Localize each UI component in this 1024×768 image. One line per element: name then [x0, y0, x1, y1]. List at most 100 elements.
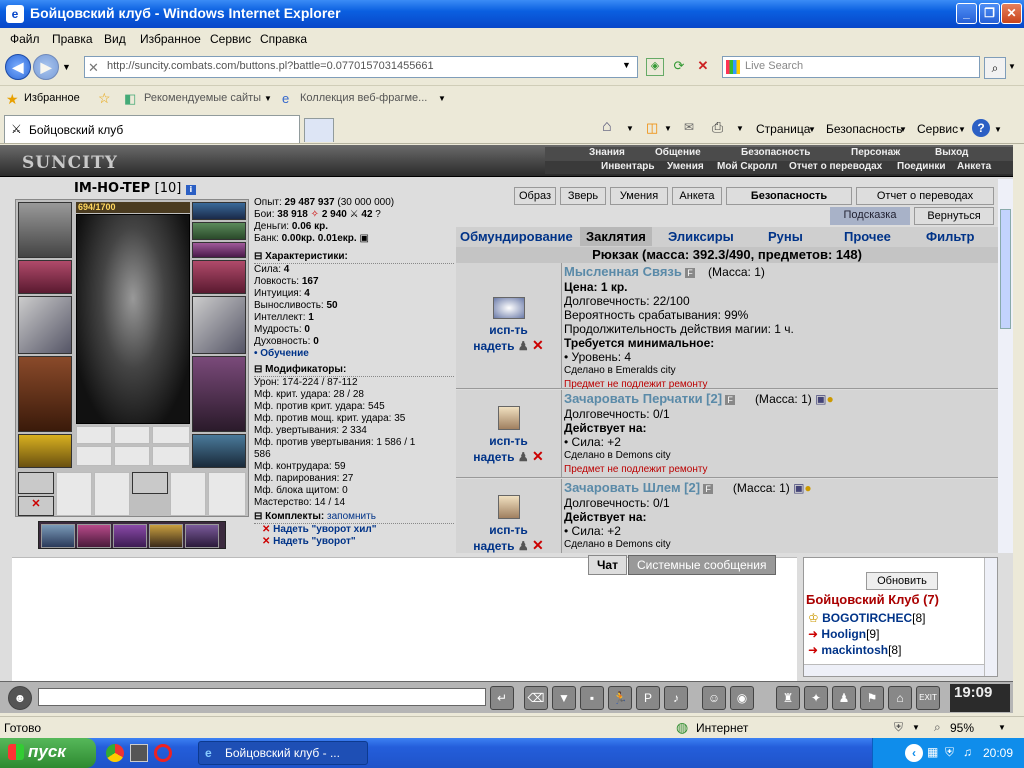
safety-dropdown-icon[interactable]: ▼ — [899, 125, 907, 134]
inventory-scrollbar[interactable] — [998, 179, 1013, 553]
user-row[interactable]: ♔ BOGOTIRCHEC[8] — [808, 610, 925, 626]
weapon-right-slot[interactable] — [192, 296, 246, 354]
armor-slot[interactable] — [18, 356, 72, 432]
print-icon[interactable]: ⎙ — [712, 119, 723, 136]
eraser-icon[interactable]: ⌫ — [524, 686, 548, 710]
chat-mode-icon[interactable]: ☻ — [8, 686, 32, 710]
chat-input[interactable] — [38, 688, 486, 706]
sound-icon[interactable]: ♪ — [664, 686, 688, 710]
feeds-dropdown-icon[interactable]: ▼ — [664, 124, 672, 133]
opera-icon[interactable] — [154, 744, 172, 762]
set-link[interactable]: ✕ Надеть "уворот хил" — [254, 524, 454, 536]
spell-slot[interactable]: ✕ — [18, 496, 54, 516]
tools-menu[interactable]: Сервис — [917, 122, 958, 136]
use-link[interactable]: исп-ть — [456, 523, 561, 537]
protected-mode-icon[interactable]: ⛨ — [894, 720, 903, 735]
tab-chat[interactable]: Чат — [588, 555, 627, 575]
tab-other[interactable]: Прочее — [844, 229, 891, 244]
back-button[interactable]: ◀ — [5, 54, 31, 80]
empty-slot[interactable] — [208, 472, 246, 516]
tray-arrow-icon[interactable]: ‹ — [905, 744, 923, 762]
tab-spells[interactable]: Заклятия — [580, 227, 652, 246]
forward-button[interactable]: ▶ — [33, 54, 59, 80]
refresh-icon[interactable]: ⟳ — [670, 58, 688, 76]
webslice-gallery-link[interactable]: Коллекция веб-фрагме... — [300, 92, 427, 104]
zoom-icon[interactable]: ⌕ — [934, 720, 941, 735]
mail-icon[interactable]: ✉ — [684, 120, 694, 134]
search-icon[interactable]: ⌕ — [984, 57, 1006, 79]
userlist-vscroll[interactable] — [984, 558, 997, 676]
earring-slot[interactable] — [192, 202, 246, 220]
network-icon[interactable]: ▦ — [927, 745, 938, 759]
refresh-button[interactable]: Обновить — [866, 572, 938, 590]
print-dropdown-icon[interactable]: ▼ — [736, 124, 744, 133]
nav-my-scroll[interactable]: Мой Скролл — [717, 161, 777, 172]
security-icon[interactable]: ⛨ — [945, 745, 954, 760]
magic-icon[interactable]: ✦ — [804, 686, 828, 710]
user-row[interactable]: ➜ Hoolign[9] — [808, 626, 925, 642]
smiley-icon[interactable]: ☺ — [702, 686, 726, 710]
nav-skills[interactable]: Умения — [667, 161, 704, 172]
stop-icon[interactable]: ✕ — [694, 58, 712, 76]
webslice-dropdown-icon[interactable]: ▼ — [438, 94, 446, 103]
empty-slot[interactable] — [114, 426, 150, 444]
wear-link[interactable]: надеть ♟ ✕ — [456, 337, 561, 354]
map-icon[interactable]: ⌂ — [888, 686, 912, 710]
menu-help[interactable]: Справка — [260, 32, 307, 46]
tab-active[interactable]: ⚔ Бойцовский клуб — [4, 115, 300, 143]
tools-dropdown-icon[interactable]: ▼ — [958, 125, 966, 134]
effect-icon[interactable] — [149, 524, 183, 548]
nav-transfer-report[interactable]: Отчет о переводах — [789, 161, 882, 172]
sets-header[interactable]: ⊟ Комплекты: запомнить — [254, 511, 454, 524]
tab-runes[interactable]: Руны — [768, 229, 803, 244]
url-dropdown-icon[interactable]: ▼ — [622, 60, 631, 70]
filter-icon[interactable]: ▼ — [552, 686, 576, 710]
skills-button[interactable]: Умения — [610, 187, 668, 205]
image-button[interactable]: Образ — [514, 187, 556, 205]
history-dropdown-icon[interactable]: ▼ — [62, 62, 71, 72]
page-menu[interactable]: Страница — [756, 122, 810, 136]
tab-filter[interactable]: Фильтр — [926, 229, 975, 244]
menu-tools[interactable]: Сервис — [210, 32, 251, 46]
taskbar-ie-window[interactable]: e Бойцовский клуб - ... — [198, 741, 368, 765]
menu-edit[interactable]: Правка — [52, 32, 93, 46]
fighter-icon[interactable]: 🏃 — [608, 686, 632, 710]
minimize-button[interactable]: _ — [956, 3, 977, 24]
maximize-button[interactable]: ❐ — [979, 3, 1000, 24]
weapon-left-slot[interactable] — [18, 296, 72, 354]
item-name[interactable]: Зачаровать Шлем [2] — [564, 480, 700, 495]
spell-slot[interactable] — [18, 472, 54, 494]
userlist-hscroll[interactable] — [804, 664, 984, 676]
suggested-sites-link[interactable]: Рекомендуемые сайты — [144, 92, 261, 104]
save-icon[interactable]: ▪ — [580, 686, 604, 710]
bracer-slot[interactable] — [18, 260, 72, 294]
empty-slot[interactable] — [76, 446, 112, 466]
menu-view[interactable]: Вид — [104, 32, 126, 46]
nav-character[interactable]: Персонаж — [851, 147, 900, 158]
home-dropdown-icon[interactable]: ▼ — [626, 124, 634, 133]
tab-elixirs[interactable]: Эликсиры — [668, 229, 734, 244]
effect-icon[interactable] — [113, 524, 147, 548]
suggested-dropdown-icon[interactable]: ▼ — [264, 94, 272, 103]
menu-file[interactable]: Файл — [10, 32, 40, 46]
page-dropdown-icon[interactable]: ▼ — [808, 125, 816, 134]
safety-menu[interactable]: Безопасность — [826, 122, 903, 136]
nav-fights[interactable]: Поединки — [897, 161, 946, 172]
app-icon[interactable] — [130, 744, 148, 762]
scroll-thumb[interactable] — [1000, 209, 1011, 329]
quest-icon[interactable]: ⚑ — [860, 686, 884, 710]
feeds-icon[interactable]: ◫ — [646, 120, 658, 136]
use-link[interactable]: исп-ть — [456, 434, 561, 448]
help-dropdown-icon[interactable]: ▼ — [994, 125, 1002, 134]
search-options-icon[interactable]: ▼ — [1008, 62, 1016, 71]
info-icon[interactable]: i — [185, 185, 196, 195]
nav-inventory[interactable]: Инвентарь — [601, 161, 655, 172]
friends-icon[interactable]: ♟ — [832, 686, 856, 710]
zoom-dropdown-icon[interactable]: ▼ — [998, 723, 1006, 732]
add-favorite-icon[interactable]: ☆ — [98, 90, 111, 107]
translit-icon[interactable]: Р — [636, 686, 660, 710]
clan-chat-icon[interactable]: ◉ — [730, 686, 754, 710]
protected-dropdown-icon[interactable]: ▼ — [912, 723, 920, 732]
nav-exit[interactable]: Выход — [935, 147, 968, 158]
empty-slot[interactable] — [76, 426, 112, 444]
